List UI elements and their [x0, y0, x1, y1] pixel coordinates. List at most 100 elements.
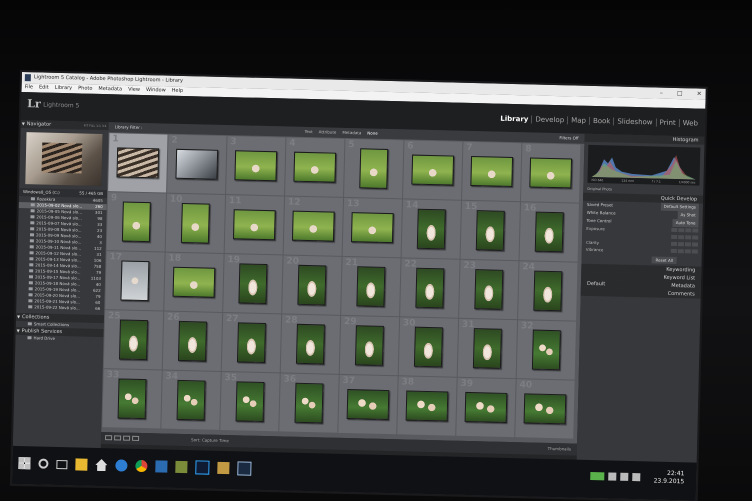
loupe-view-icon[interactable] [114, 435, 122, 441]
photo-thumbnail[interactable] [416, 208, 446, 250]
module-develop[interactable]: Develop [531, 115, 568, 125]
filter-none[interactable]: None [367, 128, 378, 138]
grid-cell[interactable]: 3 [226, 136, 286, 196]
photo-thumbnail[interactable] [236, 322, 266, 364]
grid-cell[interactable]: 4 [285, 137, 345, 197]
lightroom-taskbar-icon[interactable] [237, 461, 252, 476]
navigator-preview[interactable] [25, 132, 103, 186]
module-library[interactable]: Library [497, 115, 531, 124]
photo-thumbnail[interactable] [291, 210, 335, 242]
module-web[interactable]: Web [678, 119, 702, 128]
photo-thumbnail[interactable] [413, 326, 443, 368]
menu-edit[interactable]: Edit [39, 83, 49, 92]
grid-cell[interactable]: 22 [400, 258, 460, 318]
grid-cell[interactable]: 20 [282, 255, 342, 315]
grid-cell[interactable]: 27 [221, 312, 282, 373]
app-icon[interactable] [175, 460, 188, 474]
grid-cell[interactable]: 39 [456, 377, 516, 438]
grid-cell[interactable]: 38 [397, 376, 457, 436]
filters-off-dropdown[interactable]: Filters Off [559, 133, 578, 143]
photo-thumbnail[interactable] [238, 263, 268, 305]
photo-thumbnail[interactable] [180, 202, 210, 244]
menu-file[interactable]: File [25, 83, 34, 92]
photo-thumbnail[interactable] [534, 211, 564, 253]
photo-viewer-icon[interactable] [217, 461, 230, 475]
survey-view-icon[interactable] [132, 435, 140, 441]
menu-view[interactable]: View [128, 86, 140, 95]
navigator-header[interactable]: ▼ Navigator FIT FILL 1:1 3:1 [20, 119, 109, 131]
photo-thumbnail[interactable] [411, 154, 455, 186]
grid-cell[interactable]: 28 [280, 314, 341, 374]
menu-window[interactable]: Window [146, 86, 166, 95]
maximize-button[interactable]: □ [677, 88, 683, 99]
search-icon[interactable] [38, 458, 49, 469]
chrome-icon[interactable] [135, 459, 148, 473]
increase-button[interactable] [692, 228, 699, 233]
photo-thumbnail[interactable] [297, 264, 327, 306]
volume-icon[interactable] [620, 472, 629, 481]
photo-thumbnail[interactable] [475, 210, 505, 251]
menu-help[interactable]: Help [172, 87, 184, 96]
photo-thumbnail[interactable] [533, 270, 563, 312]
hard-drive-service[interactable]: Hard Drive [15, 335, 103, 343]
grid-cell[interactable]: 5 [344, 138, 404, 199]
grid-cell[interactable]: 23 [459, 259, 519, 320]
photo-thumbnail[interactable] [293, 151, 337, 183]
filter-attribute[interactable]: Attribute [319, 127, 337, 137]
increase-small-button[interactable] [684, 242, 692, 247]
grid-cell[interactable]: 8 [520, 143, 581, 203]
decrease-small-button[interactable] [678, 235, 685, 240]
taskbar-clock[interactable]: 22:41 23.9.2015 [654, 470, 685, 487]
grid-cell[interactable]: 15 [460, 200, 520, 261]
grid-cell[interactable]: 2 [167, 134, 227, 194]
module-map[interactable]: Map [567, 116, 590, 125]
comments-header[interactable]: Comments [580, 287, 701, 299]
module-book[interactable]: Book [588, 116, 614, 126]
photo-thumbnail[interactable] [531, 329, 561, 371]
thumbnails-slider-label[interactable]: Thumbnails [548, 443, 572, 456]
file-explorer-icon[interactable] [75, 458, 88, 471]
photo-thumbnail[interactable] [294, 382, 324, 424]
photo-thumbnail[interactable] [172, 266, 216, 298]
sort-control[interactable]: Sort: Capture Time [191, 434, 229, 447]
grid-cell[interactable]: 24 [518, 261, 578, 321]
increase-button[interactable] [692, 235, 699, 240]
module-print[interactable]: Print [655, 118, 679, 128]
grid-cell[interactable]: 11 [224, 195, 285, 255]
home-icon[interactable] [95, 459, 107, 471]
photo-thumbnail[interactable] [176, 379, 206, 421]
photo-thumbnail[interactable] [415, 267, 445, 309]
photo-thumbnail[interactable] [354, 325, 384, 366]
grid-view-icon[interactable] [105, 435, 113, 441]
grid-cell[interactable]: 30 [398, 317, 459, 377]
grid-cell[interactable]: 33 [102, 369, 162, 429]
photo-thumbnail[interactable] [464, 391, 508, 423]
reset-all-button[interactable]: Reset All [651, 256, 678, 265]
photo-thumbnail[interactable] [119, 319, 148, 361]
increase-small-button[interactable] [685, 235, 692, 240]
compare-view-icon[interactable] [123, 435, 131, 441]
photo-thumbnail[interactable] [356, 266, 386, 307]
battery-icon[interactable] [590, 472, 605, 481]
folder-item[interactable]: 2015-09-22 Nová slo... 66 [16, 304, 104, 312]
grid-cell[interactable]: 34 [161, 370, 221, 430]
grid-cell[interactable]: 18 [164, 252, 224, 312]
grid-cell[interactable]: 40 [515, 379, 575, 439]
task-view-icon[interactable] [56, 459, 68, 469]
notification-icon[interactable] [632, 473, 641, 482]
grid-cell[interactable]: 9 [106, 192, 167, 252]
module-slideshow[interactable]: Slideshow [613, 117, 656, 127]
photo-thumbnail[interactable] [175, 148, 219, 180]
filter-metadata[interactable]: Metadata [342, 128, 361, 138]
grid-cell[interactable]: 12 [283, 196, 344, 256]
grid-cell[interactable]: 7 [462, 141, 522, 202]
grid-cell[interactable]: 19 [223, 254, 283, 314]
increase-small-button[interactable] [684, 249, 691, 254]
filter-text[interactable]: Text [304, 127, 313, 137]
grid-cell[interactable]: 17 [105, 251, 165, 311]
grid-cell[interactable]: 32 [516, 320, 577, 380]
photo-thumbnail[interactable] [120, 260, 150, 302]
decrease-small-button[interactable] [678, 228, 685, 233]
grid-cell[interactable]: 13 [342, 197, 403, 258]
photo-thumbnail[interactable] [235, 381, 265, 423]
